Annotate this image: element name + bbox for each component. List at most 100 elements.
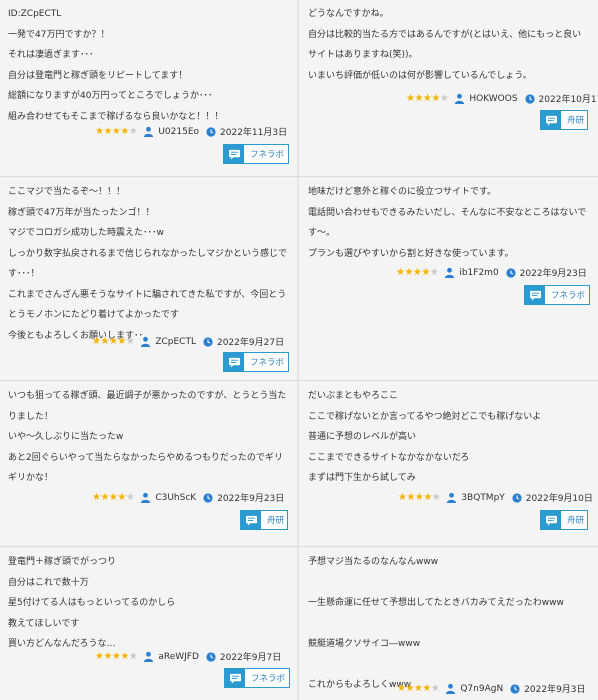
rating-stars: ★★★★★ <box>397 683 440 694</box>
clock-icon <box>206 651 216 662</box>
row-divider <box>0 380 598 381</box>
review-date: 2022年9月23日 <box>519 269 587 279</box>
review-text-line: 一生懸命運に任せて予想出してたときバカみてえだったわwww <box>308 598 564 608</box>
review-text-line: どうなんですかね。 <box>308 9 389 19</box>
user-icon <box>143 651 154 662</box>
site-tag-label: 舟研 <box>567 116 585 126</box>
review-card: だいぶまともやろここ ここで稼げないとか言ってるやつ絶対どこでも稼げないよ 普通に予… <box>300 382 598 546</box>
clock-icon <box>203 492 213 503</box>
site-tag-button[interactable]: 舟研 <box>540 110 588 130</box>
review-date: 2022年9月10日 <box>525 494 593 504</box>
review-text-line: 教えてほしいです <box>8 618 80 629</box>
review-text-line: ギリかな！ <box>8 473 54 483</box>
filled-stars: ★★★★ <box>92 336 126 347</box>
column-divider <box>297 0 299 700</box>
filled-stars: ★★★★ <box>396 267 430 278</box>
filled-stars: ★★★★ <box>397 683 431 694</box>
chat-icon <box>225 669 245 687</box>
review-text-line: サイトはありますね(笑))。 <box>308 50 418 60</box>
site-tag-label: 舟研 <box>567 516 585 526</box>
review-text-line: ここまでできるサイトなかなかないだろ <box>308 452 470 463</box>
rating-stars: ★★★★★ <box>92 492 135 503</box>
clock-icon <box>524 93 535 104</box>
user-icon <box>143 126 154 137</box>
review-date: 2022年9月27日 <box>216 338 285 348</box>
review-meta: ★★★★★ HOKWOOS 2022年10月17日 <box>406 92 598 105</box>
review-text: ID:ZCpECTL 一発で47万円ですか？！ それは凄過ぎます･･･ 自分は登竜門と… <box>8 4 290 127</box>
review-card: どうなんですかね。 自分は比較的当たる方ではあるんですが(とはいえ、他にもっと良い… <box>300 0 598 176</box>
review-text-line: 稼ぎ頭で47万年が当たったンゴ！！ <box>8 207 155 218</box>
chat-icon <box>224 353 244 371</box>
review-meta: ★★★★★ ZCpECTL 2022年9月27日 <box>92 335 284 348</box>
site-tag-label: フネラボ <box>551 291 586 301</box>
chat-icon <box>541 111 561 129</box>
empty-star: ★ <box>439 93 449 104</box>
site-tag-label: フネラボ <box>250 150 285 160</box>
review-text-line: プランも選びやすいから割と好きな使っています。 <box>308 248 514 259</box>
review-text-line <box>308 614 592 635</box>
empty-star: ★ <box>125 336 135 347</box>
reviewer-name: U0215Eo <box>158 126 200 137</box>
site-tag-button[interactable]: フネラボ <box>223 144 289 164</box>
review-text-line: 自分は登竜門と稼ぎ頭をリピートしてます！ <box>8 70 188 81</box>
chat-icon <box>525 286 545 304</box>
review-text-line: まずは門下生から試してみ <box>308 473 416 483</box>
user-icon <box>140 492 151 503</box>
review-meta: ★★★★★ 3BQTMpY 2022年9月10日 <box>398 491 593 504</box>
review-text-line: いや～久しぶりに当たったw <box>8 432 124 442</box>
review-text-line: それは凄過ぎます･･･ <box>8 50 94 60</box>
review-text-line: 星5付けてる人はもっといってるのかしら <box>8 598 176 608</box>
review-date: 2022年10月17日 <box>538 95 598 105</box>
rating-stars: ★★★★★ <box>396 267 439 278</box>
review-card: 地味だけど意外と稼ぐのに役立つサイトです。 電話問い合わせもできるみたいだし、そん… <box>300 178 598 380</box>
rating-stars: ★★★★★ <box>398 492 441 503</box>
review-text-line: 一発で47万円ですか？！ <box>8 29 110 40</box>
review-text-line: だいぶまともやろここ <box>308 391 399 401</box>
review-text-line: しっかり数字払戻されるまで信じられなかったしマジかという感じで <box>8 248 288 259</box>
review-grid: ID:ZCpECTL 一発で47万円ですか？！ それは凄過ぎます･･･ 自分は登竜門と… <box>0 0 598 700</box>
review-text-line: これまでさんざん悪そうなサイトに騙されてきた私ですが、今回とう <box>8 289 287 300</box>
review-text-line: りました！ <box>8 411 54 422</box>
review-text-line <box>308 573 592 594</box>
review-meta: ★★★★★ Q7n9AgN 2022年9月3日 <box>397 682 586 695</box>
rating-stars: ★★★★★ <box>95 126 138 137</box>
site-tag-button[interactable]: 舟研 <box>540 510 588 530</box>
user-icon <box>445 683 456 694</box>
reviewer-name: Q7n9AgN <box>460 683 504 694</box>
user-icon <box>446 492 457 503</box>
review-text-line: す･･･！ <box>8 269 40 279</box>
filled-stars: ★★★★ <box>92 492 126 503</box>
clock-icon <box>506 267 516 278</box>
rating-stars: ★★★★★ <box>95 651 138 662</box>
reviewer-name: HOKWOOS <box>469 93 518 104</box>
reviewer-name: C3UhScK <box>155 492 197 503</box>
empty-star: ★ <box>128 651 138 662</box>
filled-stars: ★★★★ <box>398 492 432 503</box>
review-text: 予想マジ当たるのなんなんwww 一生懸命運に任せて予想出してたときバカみてえだった… <box>308 552 592 696</box>
site-tag-button[interactable]: 舟研 <box>240 510 288 530</box>
site-tag-button[interactable]: フネラボ <box>224 668 290 688</box>
filled-stars: ★★★★ <box>95 126 129 137</box>
review-text-line: 競艇道場クソサイコ―www <box>308 639 421 649</box>
review-meta: ★★★★★ U0215Eo 2022年11月3日 <box>95 125 287 138</box>
review-text-line: ID:ZCpECTL <box>8 9 62 19</box>
review-text-line <box>308 655 592 676</box>
review-text-line: す～。 <box>308 228 336 238</box>
empty-star: ★ <box>430 683 440 694</box>
review-text-line: ここマジで当たるぞ～！！！ <box>8 187 126 197</box>
site-tag-button[interactable]: フネラボ <box>524 285 590 305</box>
review-card: いつも狙ってる稼ぎ頭、最近調子が悪かったのですが、とうとう当た りました！ いや～久… <box>0 382 296 546</box>
reviewer-name: ib1F2m0 <box>459 267 499 278</box>
filled-stars: ★★★★ <box>95 651 129 662</box>
site-tag-label: フネラボ <box>251 674 286 684</box>
site-tag-button[interactable]: フネラボ <box>223 352 289 372</box>
clock-icon <box>510 683 520 694</box>
review-meta: ★★★★★ C3UhScK 2022年9月23日 <box>92 491 284 504</box>
empty-star: ★ <box>431 492 441 503</box>
clock-icon <box>203 336 213 347</box>
review-text-line: 組み合わせてもそこまで稼げるなら良いかなと！！！ <box>8 111 224 122</box>
review-text-line: いつも狙ってる稼ぎ頭、最近調子が悪かったのですが、とうとう当た <box>8 391 287 401</box>
review-card: ID:ZCpECTL 一発で47万円ですか？！ それは凄過ぎます･･･ 自分は登竜門と… <box>0 0 296 176</box>
row-divider <box>0 176 598 177</box>
empty-star: ★ <box>429 267 439 278</box>
